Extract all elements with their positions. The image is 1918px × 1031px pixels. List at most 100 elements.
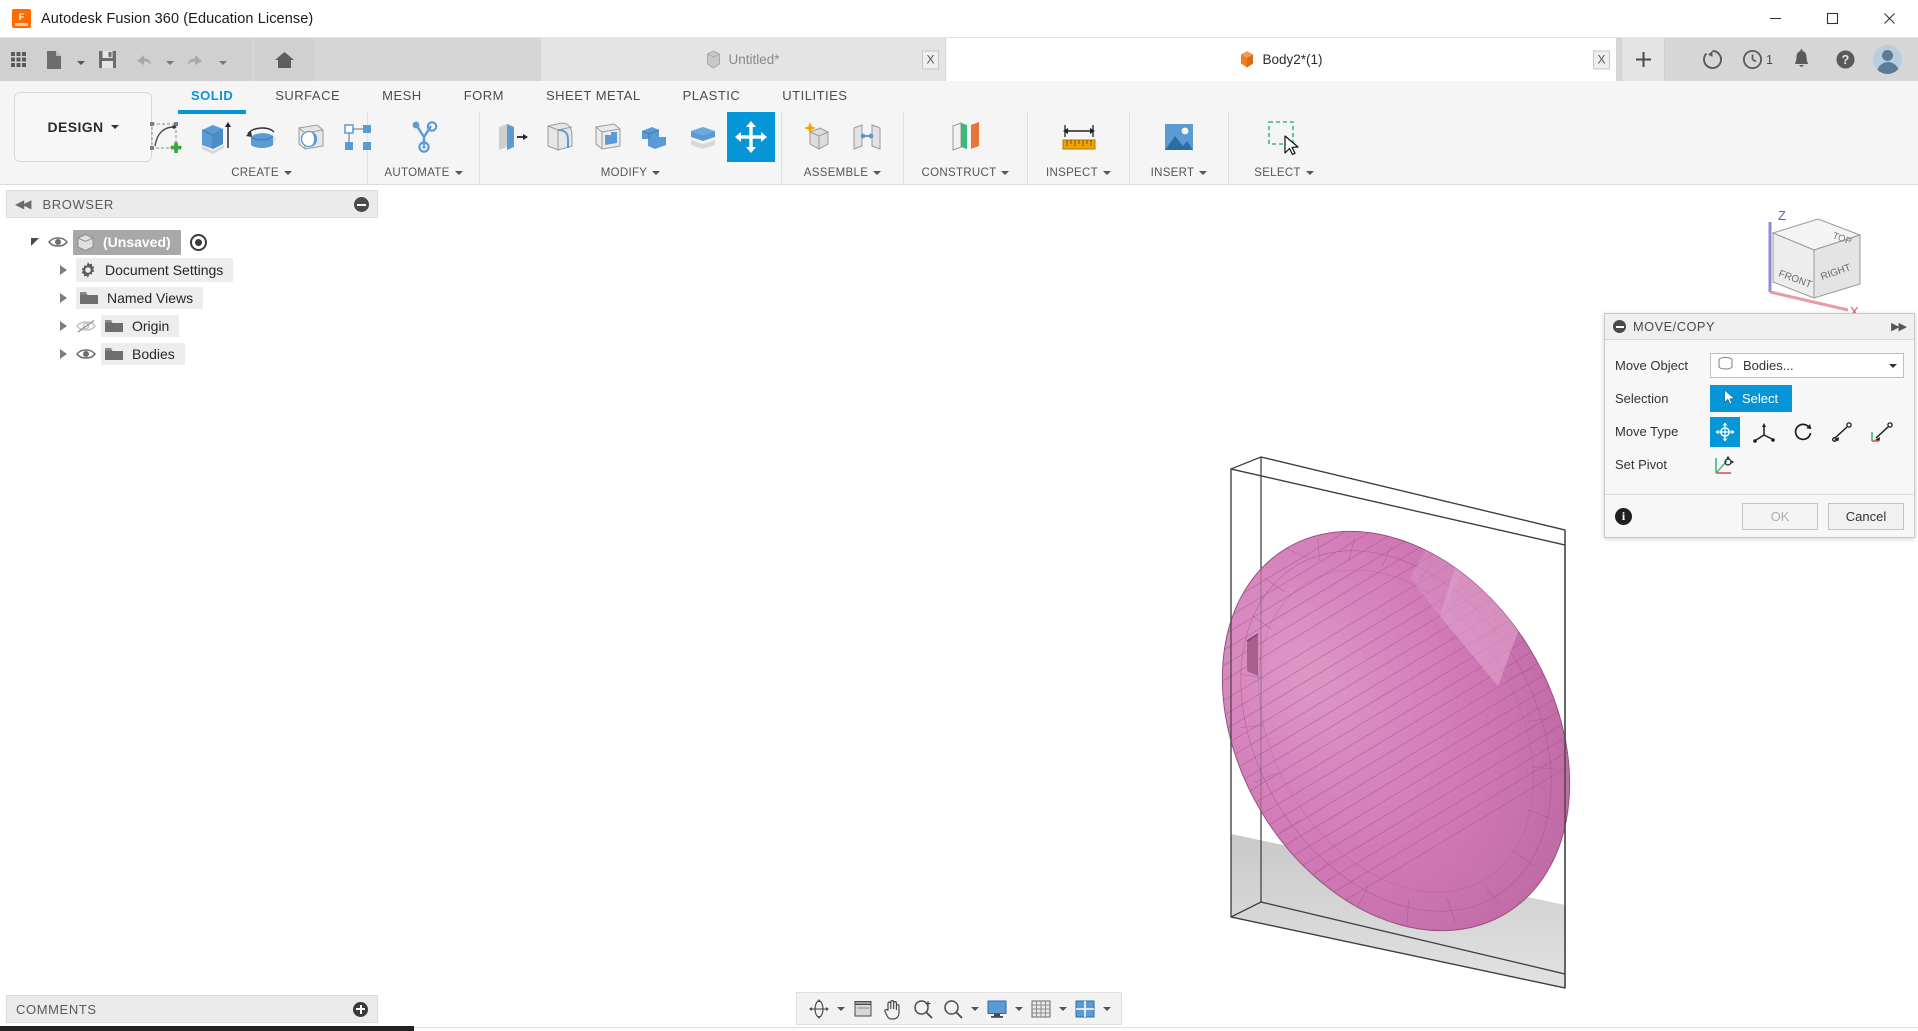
orbit-dropdown[interactable] [834, 994, 848, 1024]
double-chevron-right-icon[interactable]: ▶▶ [1891, 320, 1907, 333]
tree-item-origin[interactable]: Origin [6, 312, 378, 340]
maximize-button[interactable] [1804, 0, 1861, 38]
zoom-in-icon[interactable] [908, 994, 938, 1024]
expand-arrow-document-settings[interactable] [56, 263, 70, 277]
panel-label-automate[interactable]: AUTOMATE [368, 163, 479, 183]
expand-arrow-unsaved[interactable] [28, 235, 42, 249]
panel-label-modify[interactable]: MODIFY [480, 163, 781, 183]
pan-icon[interactable] [878, 994, 908, 1024]
orbit-icon[interactable] [804, 994, 834, 1024]
window-selection-icon[interactable] [1249, 112, 1319, 162]
close-button[interactable] [1861, 0, 1918, 38]
ribbon-tab-surface[interactable]: SURFACE [254, 81, 361, 111]
ribbon-tab-plastic[interactable]: PLASTIC [662, 81, 762, 111]
share-icon[interactable] [1690, 38, 1734, 81]
expand-arrow-bodies[interactable] [56, 347, 70, 361]
sphere-icon[interactable] [286, 112, 334, 162]
new-document-icon[interactable] [36, 38, 72, 81]
tree-item-bodies[interactable]: Bodies [6, 340, 378, 368]
undo-dropdown[interactable] [161, 38, 178, 81]
save-icon[interactable] [89, 38, 125, 81]
joint-icon[interactable] [843, 112, 891, 162]
panel-label-create[interactable]: CREATE [156, 163, 367, 183]
viewports-dropdown[interactable] [1100, 994, 1114, 1024]
ribbon-tab-form[interactable]: FORM [443, 81, 525, 111]
offset-face-icon[interactable] [679, 112, 727, 162]
offset-plane-icon[interactable] [927, 112, 1005, 162]
expand-arrow-named-views[interactable] [56, 291, 70, 305]
info-icon[interactable]: i [1615, 507, 1632, 525]
undo-icon[interactable] [125, 38, 161, 81]
home-icon[interactable] [255, 38, 314, 81]
translate-xyz-icon[interactable] [1749, 417, 1779, 447]
document-tab-untitled[interactable]: Untitled* X [541, 38, 945, 81]
zoom-dropdown[interactable] [968, 994, 982, 1024]
fillet-icon[interactable] [535, 112, 583, 162]
new-component-icon[interactable] [795, 112, 843, 162]
tree-item-document-settings[interactable]: Document Settings [6, 256, 378, 284]
document-tab-body2[interactable]: Body2*(1) X [946, 38, 1616, 81]
add-comment-button[interactable] [353, 1001, 368, 1017]
new-document-dropdown[interactable] [72, 38, 89, 81]
combine-icon[interactable] [631, 112, 679, 162]
zoom-icon[interactable] [938, 994, 968, 1024]
look-at-icon[interactable] [848, 994, 878, 1024]
bell-icon[interactable] [1779, 38, 1823, 81]
visibility-eye-off-icon[interactable] [76, 319, 96, 333]
browser-minimize-button[interactable] [354, 196, 369, 212]
redo-dropdown[interactable] [214, 38, 231, 81]
visibility-eye-icon[interactable] [76, 347, 96, 361]
dialog-header[interactable]: MOVE/COPY ▶▶ [1605, 314, 1914, 340]
move-object-select[interactable]: Bodies... [1710, 353, 1904, 378]
ribbon-tab-sheet-metal[interactable]: SHEET METAL [525, 81, 662, 111]
extrude-icon[interactable] [190, 112, 238, 162]
set-pivot-icon[interactable] [1710, 450, 1740, 480]
visibility-eye-icon[interactable] [48, 235, 68, 249]
revolve-icon[interactable] [238, 112, 286, 162]
cancel-button[interactable]: Cancel [1828, 502, 1904, 530]
automated-modeling-icon[interactable] [389, 112, 459, 162]
point-to-point-icon[interactable] [1827, 417, 1857, 447]
ok-button[interactable]: OK [1742, 502, 1818, 530]
chevron-down-icon[interactable] [1889, 363, 1897, 368]
shell-icon[interactable] [583, 112, 631, 162]
tree-item-named-views[interactable]: Named Views [6, 284, 378, 312]
view-cube[interactable]: Z X TOP FRONT RIGHT [1740, 200, 1880, 320]
point-to-position-icon[interactable] [1866, 417, 1896, 447]
viewports-icon[interactable] [1070, 994, 1100, 1024]
insert-canvas-icon[interactable] [1147, 112, 1211, 162]
display-settings-dropdown[interactable] [1012, 994, 1026, 1024]
ribbon-tab-solid[interactable]: SOLID [170, 81, 254, 114]
ribbon-tab-mesh[interactable]: MESH [361, 81, 443, 111]
redo-icon[interactable] [178, 38, 214, 81]
close-tab-untitled-button[interactable]: X [922, 50, 939, 69]
panel-label-assemble[interactable]: ASSEMBLE [782, 163, 903, 183]
panel-label-construct[interactable]: CONSTRUCT [904, 163, 1027, 183]
create-sketch-icon[interactable] [142, 112, 190, 162]
activate-component-radio[interactable] [189, 233, 207, 251]
expand-arrow-origin[interactable] [56, 319, 70, 333]
move-copy-icon[interactable] [726, 112, 775, 162]
3d-viewport[interactable]: Z X TOP FRONT RIGHT [378, 186, 1918, 991]
dialog-collapse-button[interactable] [1613, 320, 1626, 333]
collapse-left-icon[interactable]: ◀◀ [15, 197, 32, 211]
rotate-icon[interactable] [1788, 417, 1818, 447]
select-button[interactable]: Select [1710, 385, 1793, 412]
help-icon[interactable]: ? [1823, 38, 1867, 81]
measure-icon[interactable] [1046, 112, 1112, 162]
display-settings-icon[interactable] [982, 994, 1012, 1024]
add-tab-button[interactable] [1621, 38, 1665, 81]
grid-snaps-dropdown[interactable] [1056, 994, 1070, 1024]
free-move-icon[interactable] [1710, 416, 1740, 447]
app-grid-icon[interactable] [0, 38, 36, 81]
minimize-button[interactable] [1747, 0, 1804, 38]
user-avatar[interactable] [1873, 45, 1902, 74]
grid-snaps-icon[interactable] [1026, 994, 1056, 1024]
tree-item-unsaved[interactable]: (Unsaved) [6, 228, 378, 256]
clock-icon[interactable] [1734, 38, 1770, 81]
close-tab-body2-button[interactable]: X [1593, 50, 1610, 69]
press-pull-icon[interactable] [487, 112, 535, 162]
ribbon-tab-utilities[interactable]: UTILITIES [761, 81, 868, 111]
panel-label-select[interactable]: SELECT [1229, 163, 1339, 183]
workspace-selector-button[interactable]: DESIGN [14, 92, 152, 162]
